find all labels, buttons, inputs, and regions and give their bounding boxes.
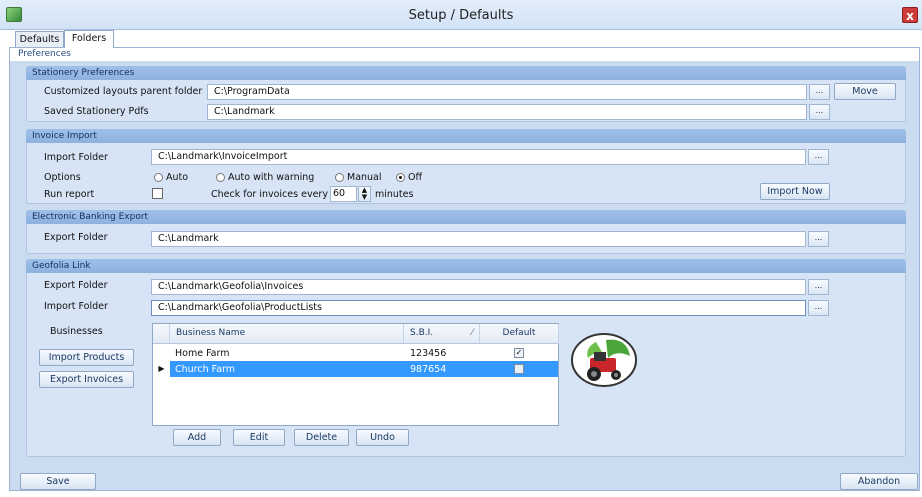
move-button[interactable]: Move — [834, 83, 896, 100]
import-now-button[interactable]: Import Now — [760, 183, 830, 200]
column-header-sbi-label: S.B.I. — [410, 328, 434, 338]
sbi-cell: 987654 — [410, 364, 447, 375]
business-name-cell: Home Farm — [175, 348, 230, 359]
tab-defaults[interactable]: Defaults — [15, 31, 64, 48]
run-report-checkbox[interactable] — [152, 188, 163, 199]
current-row-indicator-icon: ▶ — [158, 364, 165, 373]
stationery-header: Stationery Preferences — [26, 66, 906, 80]
option-manual-label: Manual — [347, 172, 382, 183]
row-header-corner — [153, 324, 170, 344]
saved-stationery-field[interactable]: C:\Landmark — [207, 104, 807, 120]
invoice-import-folder-label: Import Folder — [44, 152, 108, 163]
default-checkbox-checked[interactable]: ✓ — [514, 348, 524, 358]
banking-export-browse-button[interactable]: ... — [808, 231, 829, 247]
abandon-button[interactable]: Abandon — [840, 473, 918, 490]
sort-icon: ⁄ — [471, 328, 473, 338]
check-interval-field[interactable]: 60 — [330, 186, 357, 202]
minutes-label: minutes — [375, 189, 414, 200]
table-row[interactable]: Home Farm 123456 ✓ — [153, 345, 558, 361]
customized-layouts-label: Customized layouts parent folder — [44, 86, 203, 97]
option-auto-warning-radio[interactable] — [216, 173, 225, 182]
option-off-label: Off — [408, 172, 423, 183]
businesses-label: Businesses — [50, 326, 103, 337]
delete-button[interactable]: Delete — [294, 429, 349, 446]
option-manual-radio[interactable] — [335, 173, 344, 182]
customized-layouts-field[interactable]: C:\ProgramData — [207, 84, 807, 100]
check-invoices-label: Check for invoices every — [211, 189, 328, 200]
run-report-label: Run report — [44, 189, 95, 200]
saved-stationery-label: Saved Stationery Pdfs — [44, 106, 149, 117]
column-header-default[interactable]: Default — [480, 324, 559, 344]
geofolia-tractor-logo — [570, 330, 638, 388]
import-products-button[interactable]: Import Products — [39, 349, 134, 366]
geofolia-export-folder-field[interactable]: C:\Landmark\Geofolia\Invoices — [151, 279, 806, 295]
table-row-selected[interactable]: Church Farm 987654 — [170, 361, 558, 377]
geofolia-export-browse-button[interactable]: ... — [808, 279, 829, 295]
option-auto-label: Auto — [166, 172, 189, 183]
option-auto-radio[interactable] — [154, 173, 163, 182]
invoice-import-header: Invoice Import — [26, 129, 906, 143]
geofolia-import-folder-field[interactable]: C:\Landmark\Geofolia\ProductLists — [151, 300, 806, 316]
banking-export-folder-label: Export Folder — [44, 232, 108, 243]
option-auto-warning-label: Auto with warning — [228, 172, 315, 183]
export-invoices-button[interactable]: Export Invoices — [39, 371, 134, 388]
options-label: Options — [44, 172, 81, 183]
saved-stationery-browse-button[interactable]: ... — [809, 104, 830, 120]
banking-export-folder-field[interactable]: C:\Landmark — [151, 231, 806, 247]
business-name-cell: Church Farm — [175, 364, 236, 375]
add-button[interactable]: Add — [173, 429, 221, 446]
geofolia-import-folder-label: Import Folder — [44, 301, 108, 312]
tab-folders[interactable]: Folders — [64, 30, 114, 48]
option-off-radio[interactable] — [396, 173, 405, 182]
column-header-business-name[interactable]: Business Name — [170, 324, 404, 344]
window-title: Setup / Defaults — [408, 8, 514, 23]
geofolia-header: Geofolia Link — [26, 259, 906, 273]
default-checkbox-unchecked[interactable] — [514, 364, 524, 374]
invoice-import-folder-field[interactable]: C:\Landmark\InvoiceImport — [151, 149, 806, 165]
column-header-sbi[interactable]: S.B.I. ⁄ — [404, 324, 480, 344]
edit-button[interactable]: Edit — [233, 429, 285, 446]
geofolia-import-browse-button[interactable]: ... — [808, 300, 829, 316]
banking-export-header: Electronic Banking Export — [26, 210, 906, 224]
save-button[interactable]: Save — [20, 473, 96, 490]
customized-layouts-browse-button[interactable]: ... — [809, 84, 830, 100]
preferences-header: Preferences — [10, 48, 919, 61]
invoice-import-browse-button[interactable]: ... — [808, 149, 829, 165]
check-interval-spinner[interactable]: ▲ ▼ — [358, 186, 371, 202]
undo-button[interactable]: Undo — [356, 429, 409, 446]
geofolia-export-folder-label: Export Folder — [44, 280, 108, 291]
close-button[interactable]: x — [902, 7, 918, 23]
sbi-cell: 123456 — [410, 348, 447, 359]
businesses-grid[interactable]: Business Name S.B.I. ⁄ Default Home Farm … — [152, 323, 559, 426]
